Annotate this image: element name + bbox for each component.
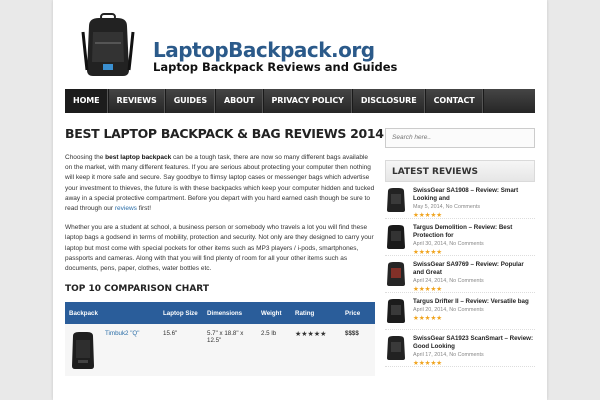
backpack-thumbnail-icon[interactable] [69, 330, 97, 370]
backpack-logo-icon[interactable] [81, 12, 135, 78]
backpack-thumbnail-icon[interactable] [385, 187, 407, 213]
product-link[interactable]: Timbuk2 "Q" [105, 330, 139, 370]
cell-rating: ★★★★★ [295, 331, 327, 339]
review-stars: ★★★★★ [413, 314, 443, 322]
cell-size: 15.6" [163, 330, 178, 338]
cell-weight: 2.5 lb [261, 330, 277, 338]
review-title[interactable]: SwissGear SA9769 – Review: Popular and G… [413, 261, 535, 277]
review-item[interactable]: Targus Demolition – Review: Best Protect… [385, 219, 535, 256]
review-title[interactable]: SwissGear SA1923 ScanSmart – Review: Goo… [413, 335, 535, 351]
comparison-title: Top 10 Comparison Chart [65, 284, 209, 295]
backpack-thumbnail-icon[interactable] [385, 224, 407, 250]
col-price[interactable]: Price [341, 302, 375, 325]
col-rating[interactable]: Rating [291, 302, 341, 325]
nav-guides[interactable]: GUIDES [166, 89, 216, 113]
review-item[interactable]: SwissGear SA9769 – Review: Popular and G… [385, 256, 535, 293]
backpack-thumbnail-icon[interactable] [385, 298, 407, 324]
table-row: Timbuk2 "Q" 15.6" 5.7" x 18.8" x 12.5" 2… [65, 324, 375, 377]
intro-paragraph: Choosing the best laptop backpack can be… [65, 153, 375, 214]
review-meta: April 20, 2014, No Comments [413, 306, 484, 313]
comparison-table: Backpack Laptop Size Dimensions Weight R… [65, 302, 375, 377]
reviews-link[interactable]: reviews [115, 205, 137, 212]
site-tagline: Laptop Backpack Reviews and Guides [153, 60, 398, 74]
cell-backpack: Timbuk2 "Q" [65, 324, 159, 376]
main-content: Best Laptop Backpack & Bag Reviews 2014 … [65, 126, 446, 377]
intro-text-1: Choosing the [65, 154, 106, 161]
cell-dimensions: 5.7" x 18.8" x 12.5" [207, 330, 244, 345]
review-meta: May 5, 2014, No Comments [413, 203, 481, 210]
nav-home[interactable]: HOME [65, 89, 109, 113]
col-laptop-size[interactable]: Laptop Size [159, 302, 203, 325]
col-backpack[interactable]: Backpack [65, 302, 159, 325]
col-weight[interactable]: Weight [257, 302, 291, 325]
header: LaptopBackpack.org Laptop Backpack Revie… [53, 0, 547, 88]
second-paragraph: Whether you are a student at school, a b… [65, 224, 374, 273]
intro-text-3: first! [136, 205, 152, 213]
backpack-thumbnail-icon[interactable] [385, 335, 407, 361]
intro-bold: best laptop backpack [105, 154, 172, 161]
review-title[interactable]: SwissGear SA1908 – Review: Smart Looking… [413, 187, 535, 203]
page: LaptopBackpack.org Laptop Backpack Revie… [53, 0, 547, 400]
review-meta: April 24, 2014, No Comments [413, 277, 484, 284]
col-dimensions[interactable]: Dimensions [203, 302, 257, 325]
nav-privacy-policy[interactable]: PRIVACY POLICY [264, 89, 353, 113]
table-header-row: Backpack Laptop Size Dimensions Weight R… [65, 302, 375, 325]
review-item[interactable]: SwissGear SA1908 – Review: Smart Looking… [385, 182, 535, 219]
intro-text-2: can be a tough task, there are now so ma… [65, 154, 375, 213]
post-title[interactable]: Best Laptop Backpack & Bag Reviews 2014 … [65, 126, 446, 141]
nav-reviews[interactable]: REVIEWS [109, 89, 166, 113]
review-item[interactable]: Targus Drifter II – Review: Versatile ba… [385, 293, 535, 330]
main-nav: HOME REVIEWS GUIDES ABOUT PRIVACY POLICY… [65, 89, 535, 113]
review-meta: April 17, 2014, No Comments [413, 351, 484, 358]
site-title[interactable]: LaptopBackpack.org [153, 38, 375, 62]
review-item[interactable]: SwissGear SA1923 ScanSmart – Review: Goo… [385, 330, 535, 367]
backpack-thumbnail-icon[interactable] [385, 261, 407, 287]
review-stars: ★★★★★ [413, 285, 443, 293]
review-title[interactable]: Targus Drifter II – Review: Versatile ba… [413, 298, 535, 306]
review-stars: ★★★★★ [413, 359, 443, 367]
sidebar: Latest Reviews SwissGear SA1908 – Review… [385, 126, 535, 367]
review-stars: ★★★★★ [413, 211, 443, 219]
latest-reviews-title: Latest Reviews [385, 159, 535, 182]
review-stars: ★★★★★ [413, 248, 443, 256]
nav-about[interactable]: ABOUT [216, 89, 264, 113]
review-title[interactable]: Targus Demolition – Review: Best Protect… [413, 224, 535, 240]
cell-price: $$$$ [345, 330, 359, 338]
nav-contact[interactable]: CONTACT [426, 89, 484, 113]
nav-disclosure[interactable]: DISCLOSURE [353, 89, 426, 113]
review-meta: April 30, 2014, No Comments [413, 240, 484, 247]
search-input[interactable] [385, 127, 535, 148]
